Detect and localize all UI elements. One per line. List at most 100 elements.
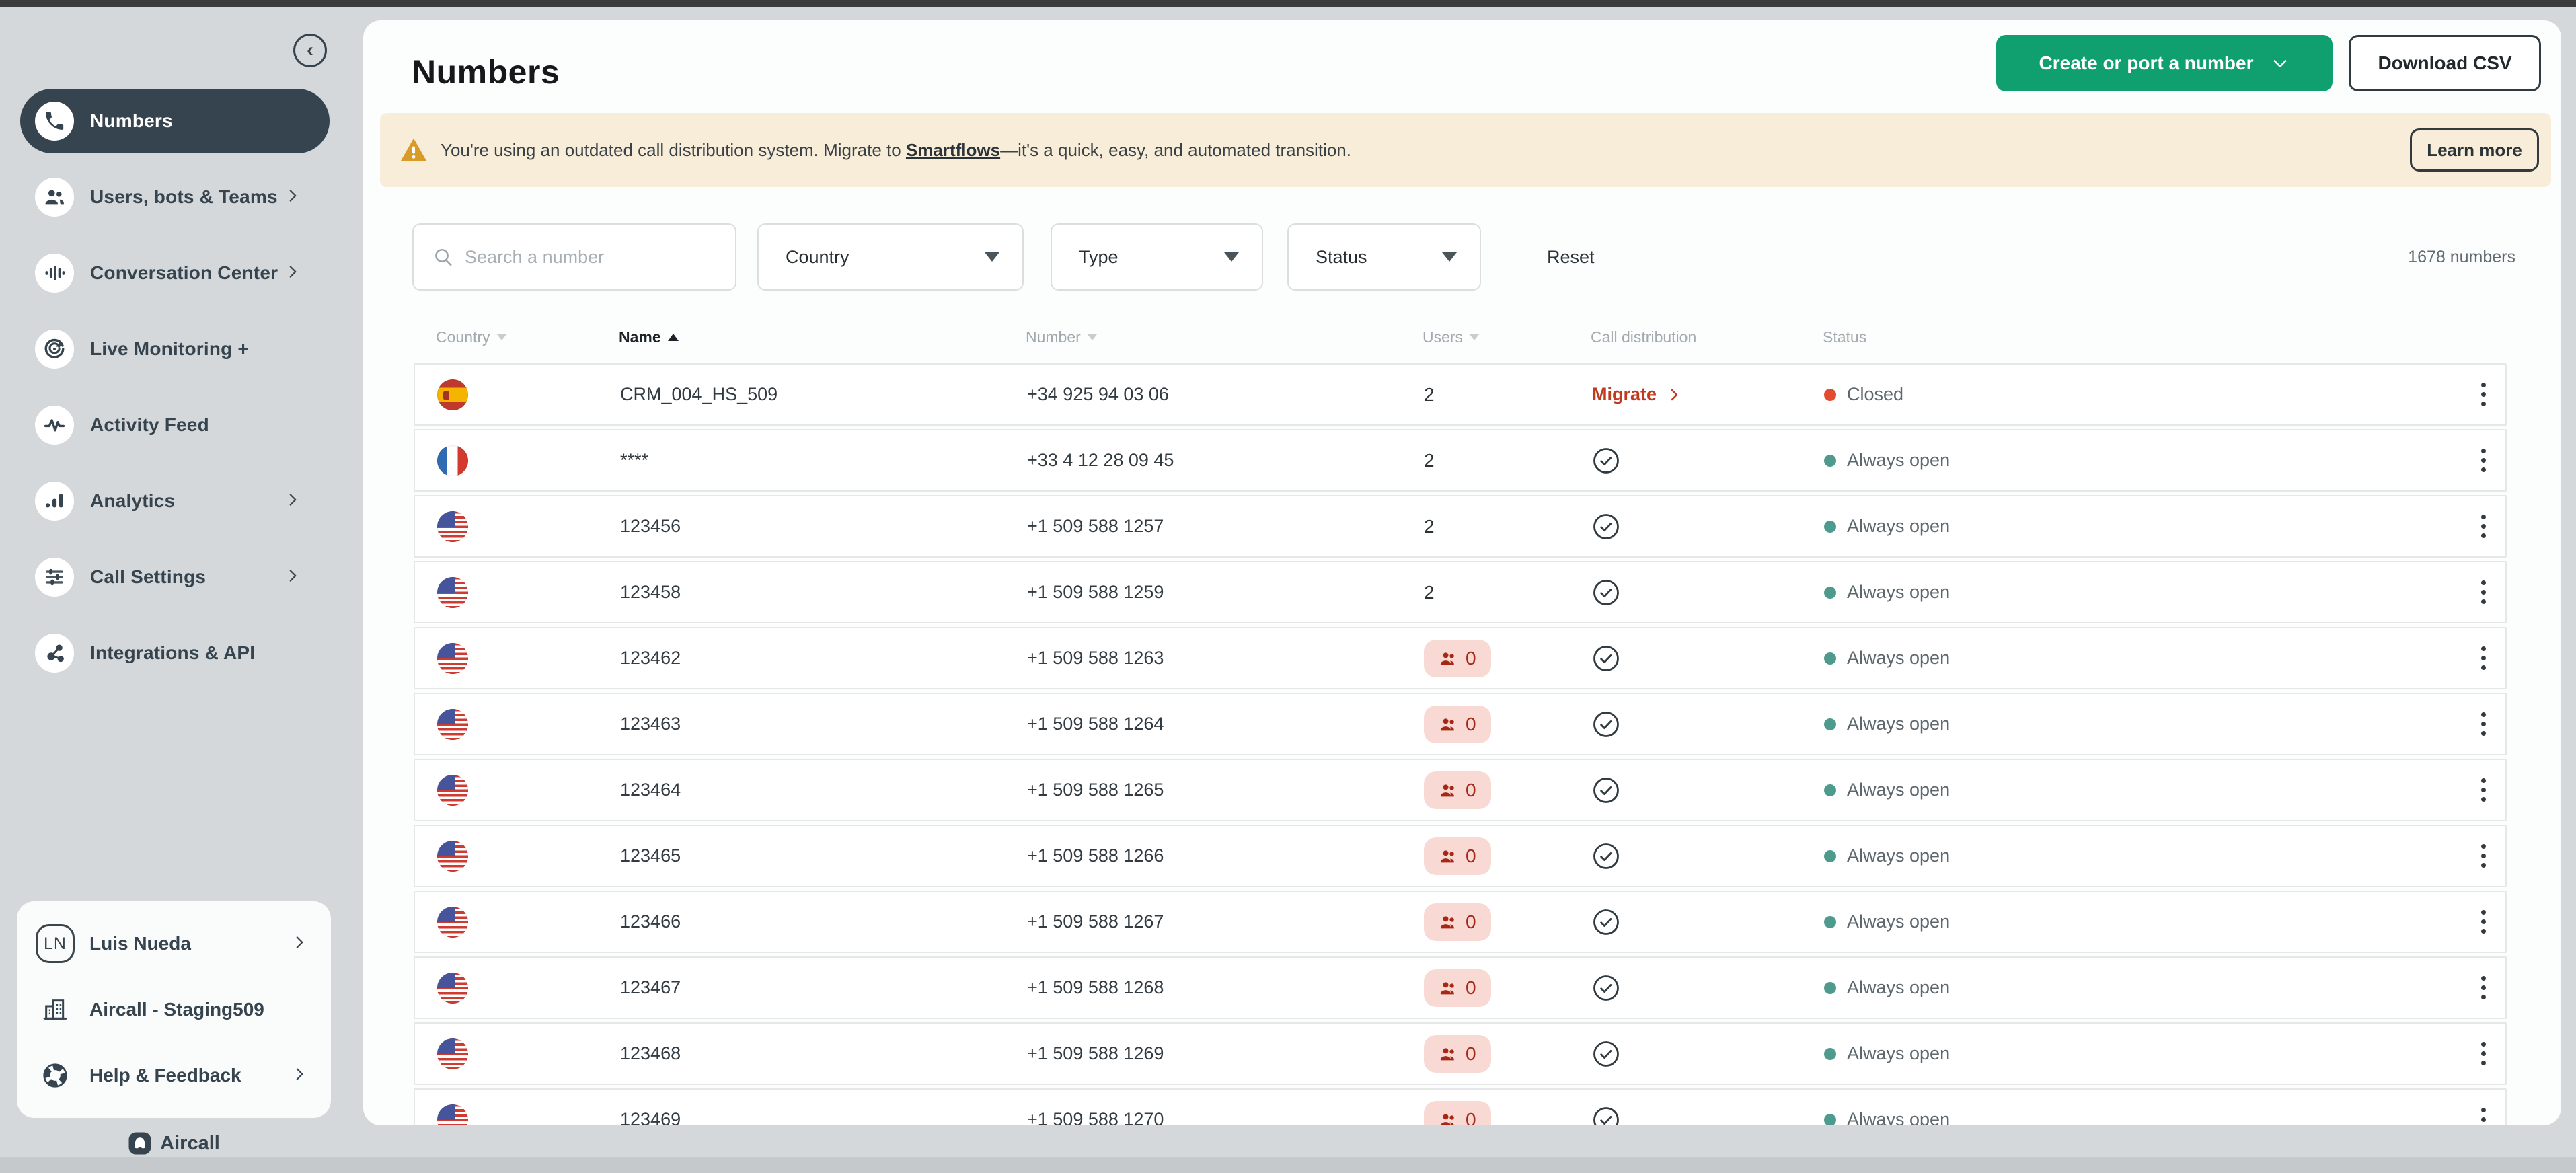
phone-number: +1 509 588 1264 [1027,714,1164,734]
table-row[interactable]: 123462 +1 509 588 1263 0 Always open [414,627,2507,689]
phone-number: +1 509 588 1266 [1027,845,1164,866]
users-icon [1439,715,1457,734]
number-name: 123464 [620,780,681,800]
caret-down-icon [985,252,999,262]
column-header-number[interactable]: Number [1026,311,1097,363]
barchart-icon [35,482,74,521]
status-dot [1824,916,1836,928]
row-menu-kebab-icon[interactable] [2470,562,2497,622]
sort-desc-icon [497,334,506,340]
column-header-users[interactable]: Users [1423,311,1479,363]
row-menu-kebab-icon[interactable] [2470,628,2497,688]
main-panel: Numbers Create or port a number Download… [363,20,2561,1125]
row-menu-kebab-icon[interactable] [2470,1090,2497,1125]
type-filter-dropdown[interactable]: Type [1051,223,1263,291]
number-name: 123456 [620,516,681,537]
flag-us-icon [437,841,468,872]
flag-us-icon [437,643,468,674]
sidebar-item-label: Call Settings [90,566,206,588]
migrate-link[interactable]: Migrate [1592,384,1682,405]
share-icon [35,634,74,673]
chevron-right-icon [284,567,301,588]
column-header-name[interactable]: Name [619,311,679,363]
sidebar-item-company[interactable]: Aircall - Staging509 [17,977,331,1043]
download-csv-button[interactable]: Download CSV [2349,35,2541,91]
building-icon [36,990,75,1029]
table-row[interactable]: 123467 +1 509 588 1268 0 Always open [414,956,2507,1019]
users-icon [1439,847,1457,866]
status-label: Always open [1847,1109,1950,1125]
number-name: 123469 [620,1109,681,1125]
sliders-icon [35,558,74,597]
row-menu-kebab-icon[interactable] [2470,826,2497,886]
status-label: Always open [1847,977,1950,998]
zero-users-badge: 0 [1424,640,1491,677]
phone-icon [35,102,74,141]
number-name: **** [620,450,648,471]
row-menu-kebab-icon[interactable] [2470,760,2497,820]
row-menu-kebab-icon[interactable] [2470,365,2497,424]
status-label: Always open [1847,845,1950,866]
sidebar-item-activity-feed[interactable]: Activity Feed [20,393,330,457]
smartflows-link[interactable]: Smartflows [906,140,1000,160]
table-row[interactable]: 123464 +1 509 588 1265 0 Always open [414,759,2507,821]
table-row[interactable]: 123468 +1 509 588 1269 0 Always open [414,1022,2507,1085]
table-row[interactable]: 123458 +1 509 588 1259 2 Always open [414,561,2507,623]
warning-icon [399,135,428,165]
sidebar-nav: Numbers Users, bots & Teams Conversation… [20,89,330,697]
distribution-ok-icon [1592,1106,1620,1126]
table-row[interactable]: 123456 +1 509 588 1257 2 Always open [414,495,2507,558]
brand-footer: Aircall [0,1131,348,1156]
status-label: Always open [1847,714,1950,734]
status-label: Always open [1847,648,1950,669]
distribution-ok-icon [1592,974,1620,1002]
sidebar-item-call-settings[interactable]: Call Settings [20,545,330,609]
status-label: Always open [1847,582,1950,603]
create-or-port-number-button[interactable]: Create or port a number [1996,35,2333,91]
zero-users-badge: 0 [1424,837,1491,875]
sidebar-item-label: Live Monitoring + [90,338,249,360]
table-row[interactable]: 123465 +1 509 588 1266 0 Always open [414,825,2507,887]
sidebar-collapse-button[interactable]: ‹ [293,34,327,67]
caret-down-icon [1442,252,1457,262]
row-menu-kebab-icon[interactable] [2470,430,2497,490]
table-row[interactable]: **** +33 4 12 28 09 45 2 Always open [414,429,2507,492]
table-row[interactable]: 123469 +1 509 588 1270 0 Always open [414,1088,2507,1125]
sidebar-item-integrations-api[interactable]: Integrations & API [20,621,330,685]
search-input[interactable] [465,247,720,268]
sidebar-item-conversation-center[interactable]: Conversation Center [20,241,330,305]
zero-users-badge: 0 [1424,706,1491,743]
row-menu-kebab-icon[interactable] [2470,892,2497,952]
status-dot [1824,850,1836,862]
table-row[interactable]: 123466 +1 509 588 1267 0 Always open [414,891,2507,953]
phone-number: +1 509 588 1268 [1027,977,1164,998]
status-label: Closed [1847,384,1903,405]
table-row[interactable]: CRM_004_HS_509 +34 925 94 03 06 2 Migrat… [414,363,2507,426]
sidebar-item-live-monitoring[interactable]: Live Monitoring + [20,317,330,381]
users-count: 2 [1424,516,1435,537]
pulse-icon [35,406,74,445]
sidebar-item-help[interactable]: Help & Feedback [17,1043,331,1108]
chevron-right-icon [291,934,308,954]
sidebar-item-label: Analytics [90,490,175,512]
column-header-country[interactable]: Country [436,311,506,363]
sidebar-item-profile[interactable]: LN Luis Nueda [17,911,331,977]
table-row[interactable]: 123463 +1 509 588 1264 0 Always open [414,693,2507,755]
row-menu-kebab-icon[interactable] [2470,496,2497,556]
country-filter-dropdown[interactable]: Country [757,223,1024,291]
search-box [412,223,736,291]
flag-fr-icon [437,445,468,476]
reset-filters-link[interactable]: Reset [1547,223,1595,291]
status-label: Always open [1847,911,1950,932]
sidebar-item-numbers[interactable]: Numbers [20,89,330,153]
phone-number: +1 509 588 1259 [1027,582,1164,603]
number-name: 123462 [620,648,681,669]
status-filter-dropdown[interactable]: Status [1287,223,1481,291]
row-menu-kebab-icon[interactable] [2470,1024,2497,1084]
row-menu-kebab-icon[interactable] [2470,694,2497,754]
row-menu-kebab-icon[interactable] [2470,958,2497,1018]
sidebar-item-users-bots-teams[interactable]: Users, bots & Teams [20,165,330,229]
learn-more-button[interactable]: Learn more [2410,128,2539,172]
sidebar-item-analytics[interactable]: Analytics [20,469,330,533]
number-name: 123467 [620,977,681,998]
